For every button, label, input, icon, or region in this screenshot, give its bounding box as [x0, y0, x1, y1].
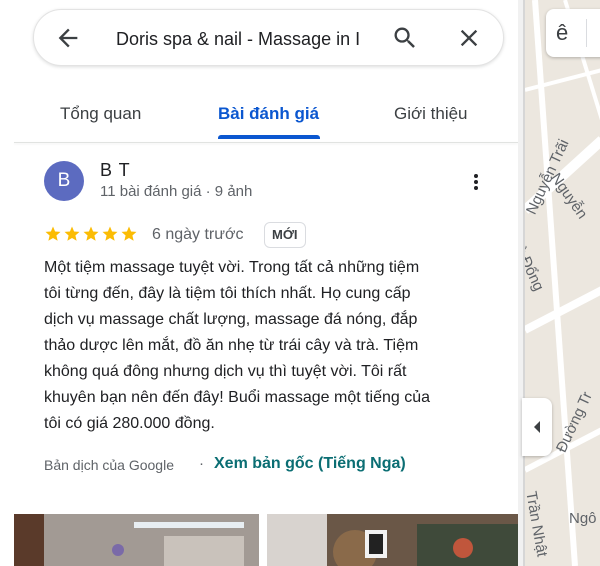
reviewer-name[interactable]: B T — [100, 160, 131, 181]
active-tab-indicator — [218, 135, 320, 139]
star-icon — [45, 226, 61, 241]
star-icon — [102, 226, 118, 241]
review-photo[interactable] — [267, 514, 518, 566]
review-text-line: dịch vụ massage chất lượng, massage đá n… — [44, 311, 418, 328]
star-icon — [121, 226, 137, 241]
review-photo-image — [14, 514, 259, 566]
place-panel: Doris spa & nail - Massage in I Tổng qua… — [0, 0, 523, 566]
review-text-line: không quá đông nhưng dịch vụ thì tuyệt v… — [44, 363, 407, 380]
search-input[interactable]: Doris spa & nail - Massage in I — [116, 28, 371, 50]
search-button[interactable] — [391, 24, 419, 52]
star-rating — [44, 225, 139, 243]
reviewer-meta: 11 bài đánh giá · 9 ảnh — [100, 183, 253, 200]
search-icon — [394, 27, 415, 48]
star-icon — [83, 226, 99, 241]
more-vert-icon — [474, 174, 478, 190]
separator-dot: · — [199, 455, 204, 472]
collapse-panel-button[interactable] — [522, 398, 552, 456]
new-badge: MỚI — [264, 222, 306, 248]
review-text-line: khuyên bạn nên đến đây! Buổi massage một… — [44, 389, 431, 406]
street-label: Ngô — [569, 510, 597, 527]
map-button-divider — [586, 19, 587, 47]
search-box[interactable]: Doris spa & nail - Massage in I — [33, 9, 504, 66]
reviewer-avatar[interactable]: B — [44, 161, 84, 201]
review-text-line: Một tiệm massage tuyệt vời. Trong tất cả… — [44, 259, 420, 276]
tab-about[interactable]: Giới thiệu — [394, 104, 468, 124]
review-photo[interactable] — [14, 514, 259, 566]
review-text-line: tôi có giá 280.000 đồng. — [44, 415, 215, 432]
view-original-link[interactable]: Xem bản gốc (Tiếng Nga) — [214, 455, 406, 473]
review-text-line: thảo dược lên mắt, đồ ăn nhẹ từ trái cây… — [44, 337, 419, 354]
more-options-button[interactable] — [464, 170, 488, 194]
tab-overview[interactable]: Tổng quan — [60, 104, 141, 124]
arrow-back-icon — [58, 28, 78, 48]
review-date: 6 ngày trước — [152, 226, 244, 243]
close-icon — [460, 29, 478, 47]
map-view[interactable]: Nguyễn Trãi Nguyễn Phù Đổng Đường Tr Trầ… — [523, 0, 600, 566]
tab-reviews[interactable]: Bài đánh giá — [218, 104, 319, 124]
close-button[interactable] — [455, 24, 483, 52]
tab-bar: Tổng quan Bài đánh giá Giới thiệu — [0, 90, 523, 140]
review-text: Một tiệm massage tuyệt vời. Trong tất cả… — [44, 255, 494, 437]
review-text-line: tôi từng đến, đây là tiệm tôi thích nhất… — [44, 285, 411, 302]
map-layer-label: ê — [556, 20, 569, 45]
tabs-divider — [14, 142, 518, 143]
star-icon — [64, 226, 80, 241]
map-layer-button[interactable]: ê — [546, 9, 600, 57]
chevron-left-icon — [534, 421, 540, 433]
translation-label: Bản dịch của Google — [44, 457, 174, 473]
review-photo-image — [267, 514, 518, 566]
back-button[interactable] — [54, 24, 82, 52]
